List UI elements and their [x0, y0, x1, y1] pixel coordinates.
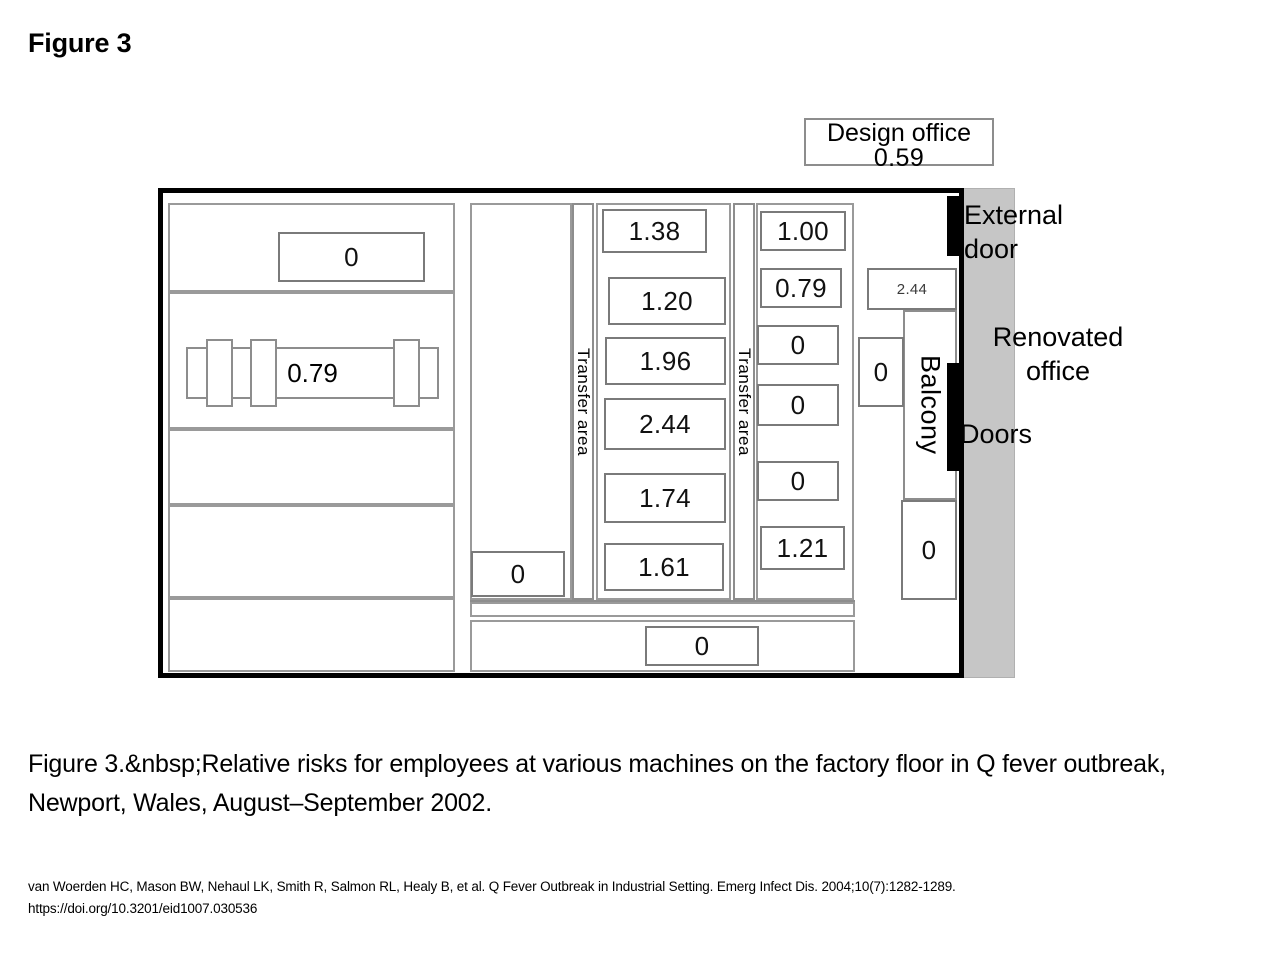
center-left-room: [470, 203, 572, 600]
bottom-corridor-strip: [470, 602, 855, 617]
machine-box-center-5: 1.74: [604, 473, 726, 523]
left-room-3: [168, 429, 455, 505]
machine-box-right-6: 1.21: [760, 526, 845, 570]
balcony-label: Balcony: [915, 355, 946, 455]
external-door-label: External door: [964, 200, 1064, 264]
citation-reference: van Woerden HC, Mason BW, Nehaul LK, Smi…: [28, 879, 956, 894]
machine-box-center-4: 2.44: [604, 398, 726, 450]
machine-box-balcony-lower: 0: [901, 500, 957, 600]
external-door-marker: [947, 196, 961, 256]
design-office-box: Design office 0.59: [804, 118, 994, 171]
transfer-area-right: Transfer area: [733, 203, 755, 600]
doors-marker: [947, 363, 961, 471]
transfer-area-right-label: Transfer area: [735, 347, 754, 456]
machine-flange-1: [206, 339, 233, 407]
design-office-label: Design office: [826, 119, 972, 147]
renovated-office-label: Renovated office: [992, 322, 1124, 386]
machine-flange-2: [250, 339, 277, 407]
design-office-value: 0.59: [873, 144, 925, 172]
left-room-4: [168, 505, 455, 598]
machine-flange-3: [393, 339, 420, 407]
machine-box-left-top: 0: [278, 232, 425, 282]
factory-floor-plan-diagram: Design office 0.59 0 0.79 0 Transfer are…: [0, 0, 1280, 720]
machine-box-balcony-side: 0: [858, 337, 904, 407]
machine-box-bottom: 0: [645, 626, 759, 666]
doors-label: Doors: [960, 419, 1033, 449]
transfer-area-left: Transfer area: [572, 203, 594, 600]
machine-box-right-2: 0.79: [760, 268, 842, 308]
figure-caption: Figure 3.&nbsp;Relative risks for employ…: [28, 750, 1166, 817]
transfer-area-left-label: Transfer area: [574, 347, 593, 456]
left-room-5: [168, 598, 455, 672]
figure-citation: van Woerden HC, Mason BW, Nehaul LK, Smi…: [28, 876, 1188, 920]
citation-doi-link[interactable]: https://doi.org/10.3201/eid1007.030536: [28, 898, 1188, 920]
machine-box-center-6: 1.61: [604, 543, 724, 591]
machine-box-right-5: 0: [757, 461, 839, 501]
machine-box-center-left-lower: 0: [471, 551, 565, 597]
machine-box-right-3: 0: [757, 325, 839, 365]
machine-box-center-1: 1.38: [602, 209, 707, 253]
machine-box-center-3: 1.96: [605, 337, 726, 385]
machine-box-right-4: 0: [757, 384, 839, 426]
machine-box-right-1: 1.00: [760, 211, 846, 251]
machine-box-center-2: 1.20: [608, 277, 726, 325]
machine-box-balcony-upper: 2.44: [867, 268, 957, 310]
